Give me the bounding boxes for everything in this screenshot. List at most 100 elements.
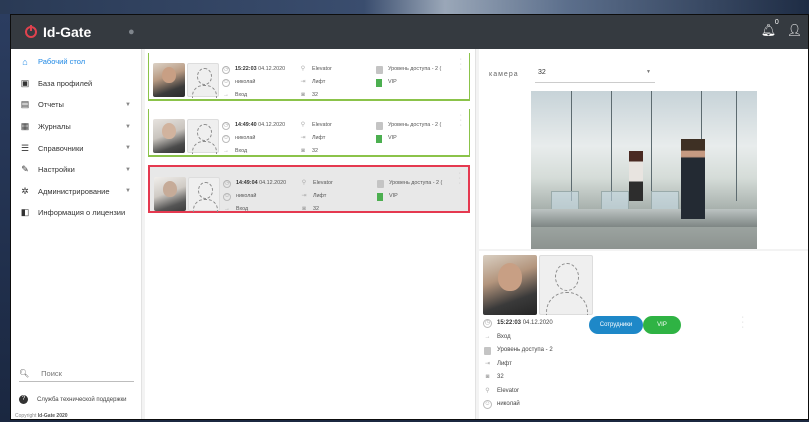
detail-date: 04.12.2020 [522,320,553,326]
event-time: 14:49:40 [235,122,257,128]
face-photo [153,119,185,153]
arrow-icon: → [223,92,229,98]
person-icon: ☺ [222,134,230,143]
list-icon: ☰ [20,142,30,153]
event-access-col: Уровень доступа - 2 ( VIP [375,119,441,145]
event-card[interactable]: ◷ 14:49:40 04.12.2020 ☺ николай → Вход ⚲ Elevat… [148,109,470,157]
event-access: Уровень доступа - 2 ( [388,66,442,72]
sidebar-item-label: Отчеты [38,100,64,110]
sidebar-item-label: Администрирование [38,186,110,196]
profile-silhouette-icon [539,255,593,315]
lock-icon [375,65,383,74]
entry-icon: ⇥ [300,79,306,85]
detail-camera: 32 [497,374,504,380]
clock-icon: ◷ [223,179,231,188]
location-pin-icon: ⚲ [485,387,490,394]
sidebar-item-4[interactable]: ☰ Справочники ▼ [11,137,141,159]
copyright-brand: Id-Gate 2020 [37,413,68,419]
notifications-bell-icon[interactable]: 🔔︎ 0 [761,19,779,37]
sidebar-item-7[interactable]: ◧ Информация о лицензии [11,202,141,224]
face-photo [154,177,186,211]
event-card[interactable]: ◷ 14:49:04 04.12.2020 ☺ николай → Вход ⚲ Elevat… [148,165,470,213]
more-menu-icon[interactable]: · · · [460,56,462,73]
sidebar-item-5[interactable]: ✎ Настройки ▼ [11,159,141,181]
event-time: 15:22:03 [235,66,257,72]
detail-person: николай [497,401,520,407]
camera-label: камера [489,71,519,78]
clock-icon: ◷ [222,65,230,74]
event-device: Лифт [312,79,326,85]
event-access: Уровень доступа - 2 ( [389,180,443,186]
sidebar-item-6[interactable]: ✲ Администрирование ▼ [11,181,141,203]
support-link[interactable]: ? Служба технической поддержки [19,395,126,404]
chevron-down-icon: ▼ [125,145,131,152]
dropdown-caret-icon: ▼ [646,69,651,75]
event-place-col: ⚲ Elevator ⇥ Лифт ◙ 32 [300,177,333,216]
event-camera: 32 [312,148,318,154]
detail-pane: камера 32 ▼ Сотрудники VIP · · · ◷ 15:22:03 … [479,49,808,419]
event-direction: Вход [235,148,248,154]
sidebar-item-3[interactable]: ▦ Журналы ▼ [11,116,141,138]
lock-icon [483,346,492,355]
event-location: Elevator [313,180,333,186]
sidebar-item-2[interactable]: ▤ Отчеты ▼ [11,94,141,116]
camera-icon: ◙ [302,206,306,212]
search-input[interactable] [41,369,122,378]
sidebar-search: 🔍︎ [19,369,134,382]
app-logo[interactable]: Id-Gate [25,24,140,40]
notifications-count: 0 [774,19,779,26]
more-menu-icon[interactable]: · · · [742,314,744,331]
event-time-col: ◷ 14:49:40 04.12.2020 ☺ николай → Вход [222,119,285,158]
captured-face-photo [483,255,537,315]
chevron-down-icon: ▼ [125,101,131,108]
event-camera: 32 [313,206,319,212]
lock-icon [375,121,383,130]
event-place-col: ⚲ Elevator ⇥ Лифт ◙ 32 [299,63,331,102]
sidebar-toggle-icon[interactable]: ● [128,26,135,38]
event-card[interactable]: ◷ 15:22:03 04.12.2020 ☺ николай → Вход ⚲ Elevat… [148,53,470,101]
more-menu-icon[interactable]: · · · [460,112,462,129]
event-group: VIP [388,135,397,141]
camera-icon: ◙ [485,374,490,380]
clock-icon: ◷ [222,121,230,130]
sidebar-item-1[interactable]: ▣ База профилей [11,73,141,95]
entry-icon: ⇥ [301,193,307,199]
group-flag-icon [376,192,384,201]
location-pin-icon: ⚲ [301,180,307,186]
copyright: Copyright Id-Gate 2020 [15,413,68,419]
event-date: 04.12.2020 [259,180,287,186]
camera-icon: ◙ [301,92,305,98]
camera-card: камера 32 ▼ [479,49,808,249]
sidebar-nav: ⌂ Рабочий стол ▣ База профилей ▤ Отчеты ▼ ▦ Журн… [11,51,141,224]
sidebar-item-label: Информация о лицензии [38,208,126,218]
license-icon: ◧ [20,207,30,218]
person-icon: ☺ [483,400,492,410]
power-logo-icon [25,25,37,38]
id-card-icon: ▣ [20,77,30,88]
user-icon[interactable]: 👤︎ [787,23,802,37]
report-icon: ▤ [20,99,30,110]
event-place-col: ⚲ Elevator ⇥ Лифт ◙ 32 [299,119,332,158]
copyright-prefix: Copyright [15,413,38,419]
badge-employees[interactable]: Сотрудники [589,316,643,334]
detail-direction: Вход [497,333,511,340]
entry-icon: ⇥ [300,135,306,141]
event-camera: 32 [312,92,318,98]
event-direction: Вход [235,92,248,98]
event-access-col: Уровень доступа - 2 (VIP [375,63,441,89]
events-list: ◷ 15:22:03 04.12.2020 ☺ николай → Вход ⚲ Elevat… [145,49,476,419]
person-icon: ☺ [223,192,231,201]
sidebar-item-0[interactable]: ⌂ Рабочий стол [11,51,141,73]
badge-vip[interactable]: VIP [643,316,681,334]
event-device: Лифт [313,193,327,199]
app-window: Id-Gate ● 🔔︎ 0 👤︎ ⌂ Рабочий стол ▣ База проф… [10,14,809,420]
app-title: Id-Gate [43,24,92,40]
camera-select[interactable]: 32 ▼ [535,63,655,83]
sidebar-item-label: База профилей [38,78,93,88]
event-location: Elevator [312,122,332,128]
more-menu-icon[interactable]: · · · [459,170,461,187]
journal-icon: ▦ [20,121,30,132]
support-label: Служба технической поддержки [37,396,127,403]
group-flag-icon [375,134,383,143]
event-access: Уровень доступа - 2 ( [388,122,442,128]
